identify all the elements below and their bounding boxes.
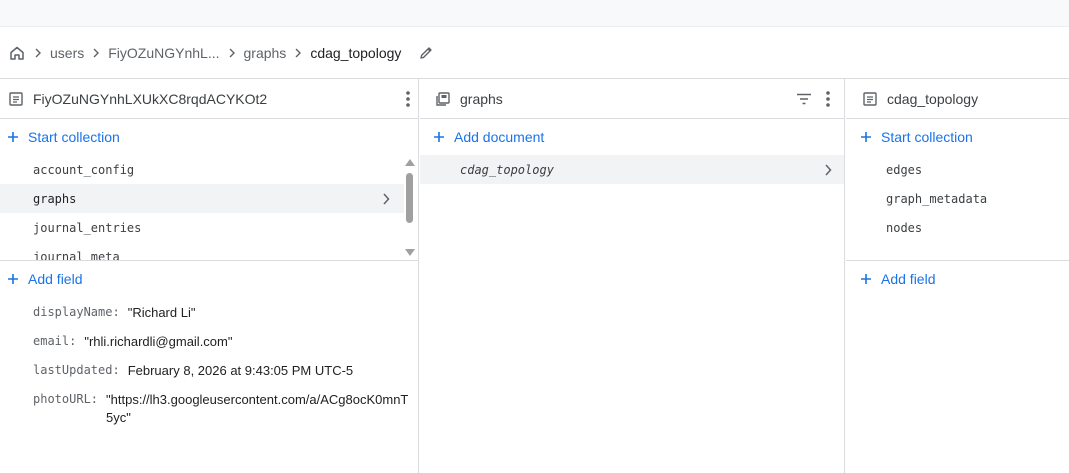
panel-title: graphs: [460, 90, 503, 107]
collection-name: edges: [886, 162, 923, 177]
field-row[interactable]: email: "rhli.richardli@gmail.com": [0, 326, 418, 355]
list-item[interactable]: edges: [846, 155, 1069, 184]
chevron-right-icon: [824, 155, 832, 184]
panel-header: FiyOZuNGYnhLXUkXC8rqdACYKOt2: [0, 79, 418, 119]
user-document-panel: FiyOZuNGYnhLXUkXC8rqdACYKOt2 Start colle…: [0, 79, 419, 473]
list-item[interactable]: graphs: [0, 184, 404, 213]
plus-icon: [860, 273, 872, 285]
field-row[interactable]: photoURL: "https://lh3.googleusercontent…: [0, 384, 418, 427]
graphs-collection-panel: graphs Add document cdag_topology: [420, 79, 845, 473]
breadcrumb-user-doc[interactable]: FiyOZuNGYnhL...: [108, 45, 219, 61]
more-vert-icon[interactable]: [406, 91, 410, 107]
list-item[interactable]: journal_meta: [0, 242, 404, 261]
field-key: photoURL:: [33, 392, 99, 406]
plus-icon: [7, 273, 19, 285]
collection-list: edges graph_metadata nodes: [846, 155, 1069, 260]
document-icon: [9, 91, 23, 106]
field-value: "Richard Li": [127, 305, 196, 320]
top-bar: [0, 0, 1069, 27]
document-item[interactable]: cdag_topology: [420, 155, 844, 184]
collection-name: graphs: [33, 191, 77, 206]
add-field-label: Add field: [28, 271, 83, 287]
collection-name: journal_meta: [33, 249, 120, 261]
collection-icon: [436, 91, 450, 106]
field-key: email:: [33, 334, 77, 348]
panel-header: cdag_topology: [846, 79, 1069, 119]
field-value: "rhli.richardli@gmail.com": [84, 334, 233, 349]
filter-icon[interactable]: [796, 93, 812, 105]
start-collection-label: Start collection: [881, 129, 973, 145]
start-collection-label: Start collection: [28, 129, 120, 145]
plus-icon: [7, 131, 19, 143]
scroll-thumb[interactable]: [406, 173, 413, 223]
field-value: February 8, 2026 at 9:43:05 PM UTC-5: [127, 363, 354, 378]
field-key: displayName:: [33, 305, 120, 319]
panel-title: FiyOZuNGYnhLXUkXC8rqdACYKOt2: [33, 90, 268, 107]
start-collection-button[interactable]: Start collection: [0, 119, 418, 155]
document-icon: [863, 91, 877, 106]
collection-list: account_config graphs journal_entries jo…: [0, 155, 418, 260]
add-field-label: Add field: [881, 271, 936, 287]
breadcrumb-graphs[interactable]: graphs: [244, 45, 287, 61]
scroll-up-icon[interactable]: [405, 159, 415, 166]
scroll-down-icon[interactable]: [405, 249, 415, 256]
list-item[interactable]: journal_entries: [0, 213, 404, 242]
collection-name: account_config: [33, 162, 135, 177]
list-item[interactable]: nodes: [846, 213, 1069, 242]
start-collection-button[interactable]: Start collection: [846, 119, 1069, 155]
collection-name: nodes: [886, 220, 923, 235]
plus-icon: [860, 131, 872, 143]
home-icon[interactable]: [8, 44, 26, 62]
more-vert-icon[interactable]: [826, 91, 830, 107]
panel-title: cdag_topology: [887, 90, 979, 107]
cdag-topology-panel: cdag_topology Start collection edges gra…: [846, 79, 1069, 473]
chevron-right-icon: [382, 184, 390, 213]
add-document-button[interactable]: Add document: [420, 119, 844, 155]
scrollbar[interactable]: [404, 155, 416, 260]
field-row[interactable]: lastUpdated: February 8, 2026 at 9:43:05…: [0, 355, 418, 384]
collection-name: graph_metadata: [886, 191, 988, 206]
add-document-label: Add document: [454, 129, 545, 145]
add-field-button[interactable]: Add field: [846, 261, 1069, 297]
fields-section: Add field: [846, 260, 1069, 297]
fields-section: Add field displayName: "Richard Li" emai…: [0, 260, 418, 427]
breadcrumb-current: cdag_topology: [310, 44, 402, 61]
collection-name: journal_entries: [33, 220, 142, 235]
chevron-right-icon: [220, 48, 244, 58]
breadcrumb-users[interactable]: users: [50, 45, 84, 61]
field-key: lastUpdated:: [33, 363, 120, 377]
chevron-right-icon: [26, 48, 50, 58]
document-id: cdag_topology: [460, 162, 554, 177]
list-item[interactable]: account_config: [0, 155, 404, 184]
chevron-right-icon: [84, 48, 108, 58]
panel-header: graphs: [420, 79, 844, 119]
field-value: "https://lh3.googleusercontent.com/a/ACg…: [106, 392, 409, 425]
edit-pencil-icon[interactable]: [418, 45, 434, 61]
add-field-button[interactable]: Add field: [0, 261, 418, 297]
chevron-right-icon: [286, 48, 310, 58]
plus-icon: [433, 131, 445, 143]
breadcrumb: users FiyOZuNGYnhL... graphs cdag_topolo…: [0, 27, 1069, 79]
field-row[interactable]: displayName: "Richard Li": [0, 297, 418, 326]
list-item[interactable]: graph_metadata: [846, 184, 1069, 213]
